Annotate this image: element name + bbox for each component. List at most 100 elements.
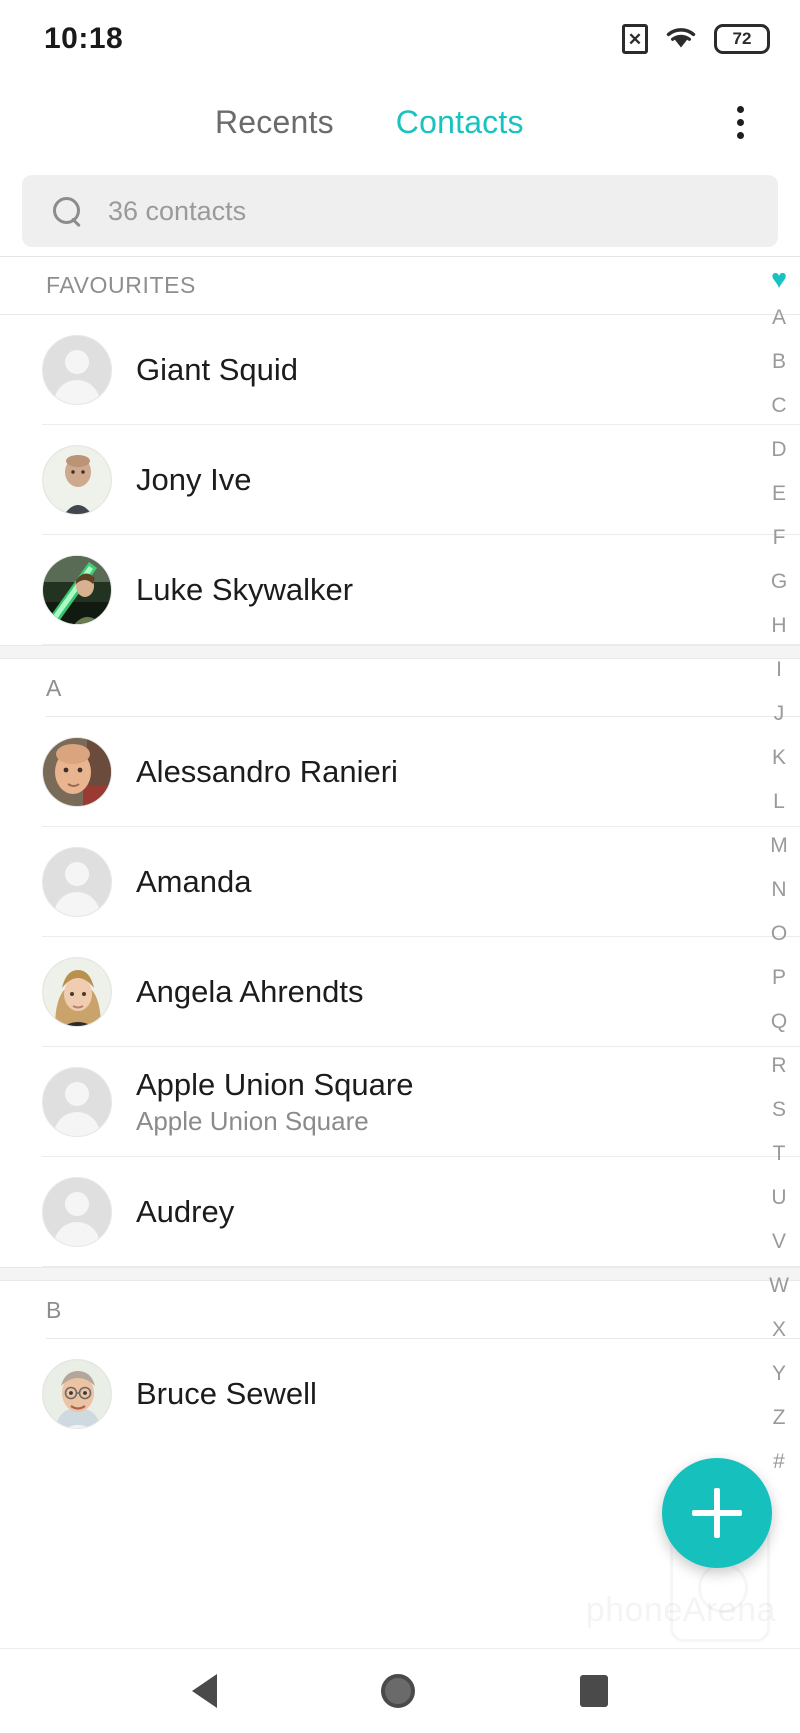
index-letter-i[interactable]: I <box>776 647 782 691</box>
avatar-photo-angela <box>43 958 111 1026</box>
index-letter-m[interactable]: M <box>770 823 788 867</box>
list-item-text: Bruce Sewell <box>136 1376 317 1412</box>
contact-name: Apple Union Square <box>136 1066 414 1102</box>
index-letter-x[interactable]: X <box>772 1307 786 1351</box>
list-item-text: Jony Ive <box>136 462 251 498</box>
avatar <box>42 737 112 807</box>
heart-icon[interactable]: ♥ <box>771 263 787 295</box>
overflow-dot <box>736 105 744 113</box>
avatar <box>42 1067 112 1137</box>
list-item[interactable]: Luke Skywalker <box>0 535 800 645</box>
contact-name: Bruce Sewell <box>136 1376 317 1412</box>
index-letter-s[interactable]: S <box>772 1087 786 1131</box>
list-item-text: Amanda <box>136 864 251 900</box>
index-letter-hash[interactable]: # <box>773 1439 785 1483</box>
battery-icon: 72 <box>714 24 770 54</box>
sim-x-glyph: ✕ <box>627 29 643 49</box>
avatar-photo-luke <box>43 556 111 624</box>
plus-icon <box>692 1488 742 1538</box>
overflow-dot <box>736 118 744 126</box>
index-letter-z[interactable]: Z <box>773 1395 786 1439</box>
contact-name: Jony Ive <box>136 462 252 498</box>
alphabet-index[interactable]: ♥ A B C D E F G H I J K L M N O P Q R S … <box>758 257 800 1648</box>
contacts-list[interactable]: FAVOURITES Giant Squid Jony Ive Luke Sky… <box>0 257 800 1648</box>
list-item-text: Alessandro Ranieri <box>136 754 398 790</box>
list-item-text: Apple Union Square Apple Union Square <box>136 1067 413 1138</box>
overflow-dot <box>736 131 744 139</box>
list-item[interactable]: Amanda <box>0 827 800 937</box>
avatar <box>42 335 112 405</box>
overflow-menu-icon[interactable] <box>718 100 762 144</box>
add-contact-fab[interactable] <box>662 1458 772 1568</box>
status-bar: 10:18 ✕ 72 <box>0 0 800 78</box>
search-bar-container: 36 contacts <box>0 166 800 256</box>
list-item[interactable]: Alessandro Ranieri <box>0 717 800 827</box>
index-letter-n[interactable]: N <box>771 867 786 911</box>
index-letter-q[interactable]: Q <box>771 999 787 1043</box>
list-item-text: Audrey <box>136 1194 234 1230</box>
phone-screen: 10:18 ✕ 72 Recents Contacts 36 contacts … <box>0 0 800 1733</box>
list-item[interactable]: Bruce Sewell <box>0 1339 800 1449</box>
index-letter-u[interactable]: U <box>771 1175 786 1219</box>
index-letter-f[interactable]: F <box>773 515 786 559</box>
contact-name: Giant Squid <box>136 352 298 388</box>
index-letter-d[interactable]: D <box>771 427 786 471</box>
watermark-text: phoneArena <box>586 1591 776 1630</box>
list-item[interactable]: Angela Ahrendts <box>0 937 800 1047</box>
index-letter-y[interactable]: Y <box>772 1351 786 1395</box>
index-letter-g[interactable]: G <box>771 559 787 603</box>
avatar <box>42 847 112 917</box>
avatar <box>42 1177 112 1247</box>
index-letter-j[interactable]: J <box>774 691 785 735</box>
list-item[interactable]: Apple Union Square Apple Union Square <box>0 1047 800 1157</box>
list-item-text: Luke Skywalker <box>136 572 353 608</box>
index-letter-a[interactable]: A <box>772 295 786 339</box>
list-item[interactable]: Jony Ive <box>0 425 800 535</box>
list-item-text: Giant Squid <box>136 352 298 388</box>
contact-name: Alessandro Ranieri <box>136 754 398 790</box>
avatar-photo-alessandro <box>43 738 111 806</box>
search-input[interactable]: 36 contacts <box>108 196 246 227</box>
tab-bar: Recents Contacts <box>0 78 800 166</box>
search-bar[interactable]: 36 contacts <box>22 175 778 247</box>
section-header-a: A <box>0 659 800 717</box>
index-letter-r[interactable]: R <box>771 1043 786 1087</box>
recents-icon[interactable] <box>579 1675 608 1707</box>
search-icon <box>52 196 82 226</box>
list-item[interactable]: Giant Squid <box>0 315 800 425</box>
index-letter-k[interactable]: K <box>772 735 786 779</box>
tabs: Recents Contacts <box>215 104 524 141</box>
tab-contacts[interactable]: Contacts <box>396 104 524 141</box>
status-time: 10:18 <box>44 22 124 55</box>
section-divider-band <box>0 1267 800 1281</box>
index-letter-c[interactable]: C <box>771 383 786 427</box>
index-letter-h[interactable]: H <box>771 603 786 647</box>
section-header-favourites: FAVOURITES <box>0 257 800 315</box>
back-icon[interactable] <box>192 1674 218 1708</box>
section-divider-band <box>0 645 800 659</box>
section-header-b: B <box>0 1281 800 1339</box>
list-item[interactable]: Audrey <box>0 1157 800 1267</box>
contact-subtitle: Apple Union Square <box>136 1106 369 1137</box>
home-icon[interactable] <box>381 1674 416 1708</box>
index-letter-v[interactable]: V <box>772 1219 786 1263</box>
index-letter-t[interactable]: T <box>773 1131 786 1175</box>
contact-name: Amanda <box>136 864 252 900</box>
status-icons: ✕ 72 <box>622 23 770 56</box>
tab-recents[interactable]: Recents <box>215 104 334 141</box>
avatar <box>42 957 112 1027</box>
avatar <box>42 445 112 515</box>
index-letter-l[interactable]: L <box>773 779 785 823</box>
avatar <box>42 555 112 625</box>
index-letter-o[interactable]: O <box>771 911 787 955</box>
index-letter-w[interactable]: W <box>769 1263 789 1307</box>
avatar-photo-jony <box>43 446 111 514</box>
list-item-text: Angela Ahrendts <box>136 974 364 1010</box>
index-letter-e[interactable]: E <box>772 471 786 515</box>
index-letter-p[interactable]: P <box>772 955 786 999</box>
avatar <box>42 1359 112 1429</box>
contacts-list-area[interactable]: FAVOURITES Giant Squid Jony Ive Luke Sky… <box>0 256 800 1648</box>
avatar-photo-bruce <box>43 1360 111 1428</box>
index-letter-b[interactable]: B <box>772 339 786 383</box>
system-nav-bar <box>0 1648 800 1733</box>
